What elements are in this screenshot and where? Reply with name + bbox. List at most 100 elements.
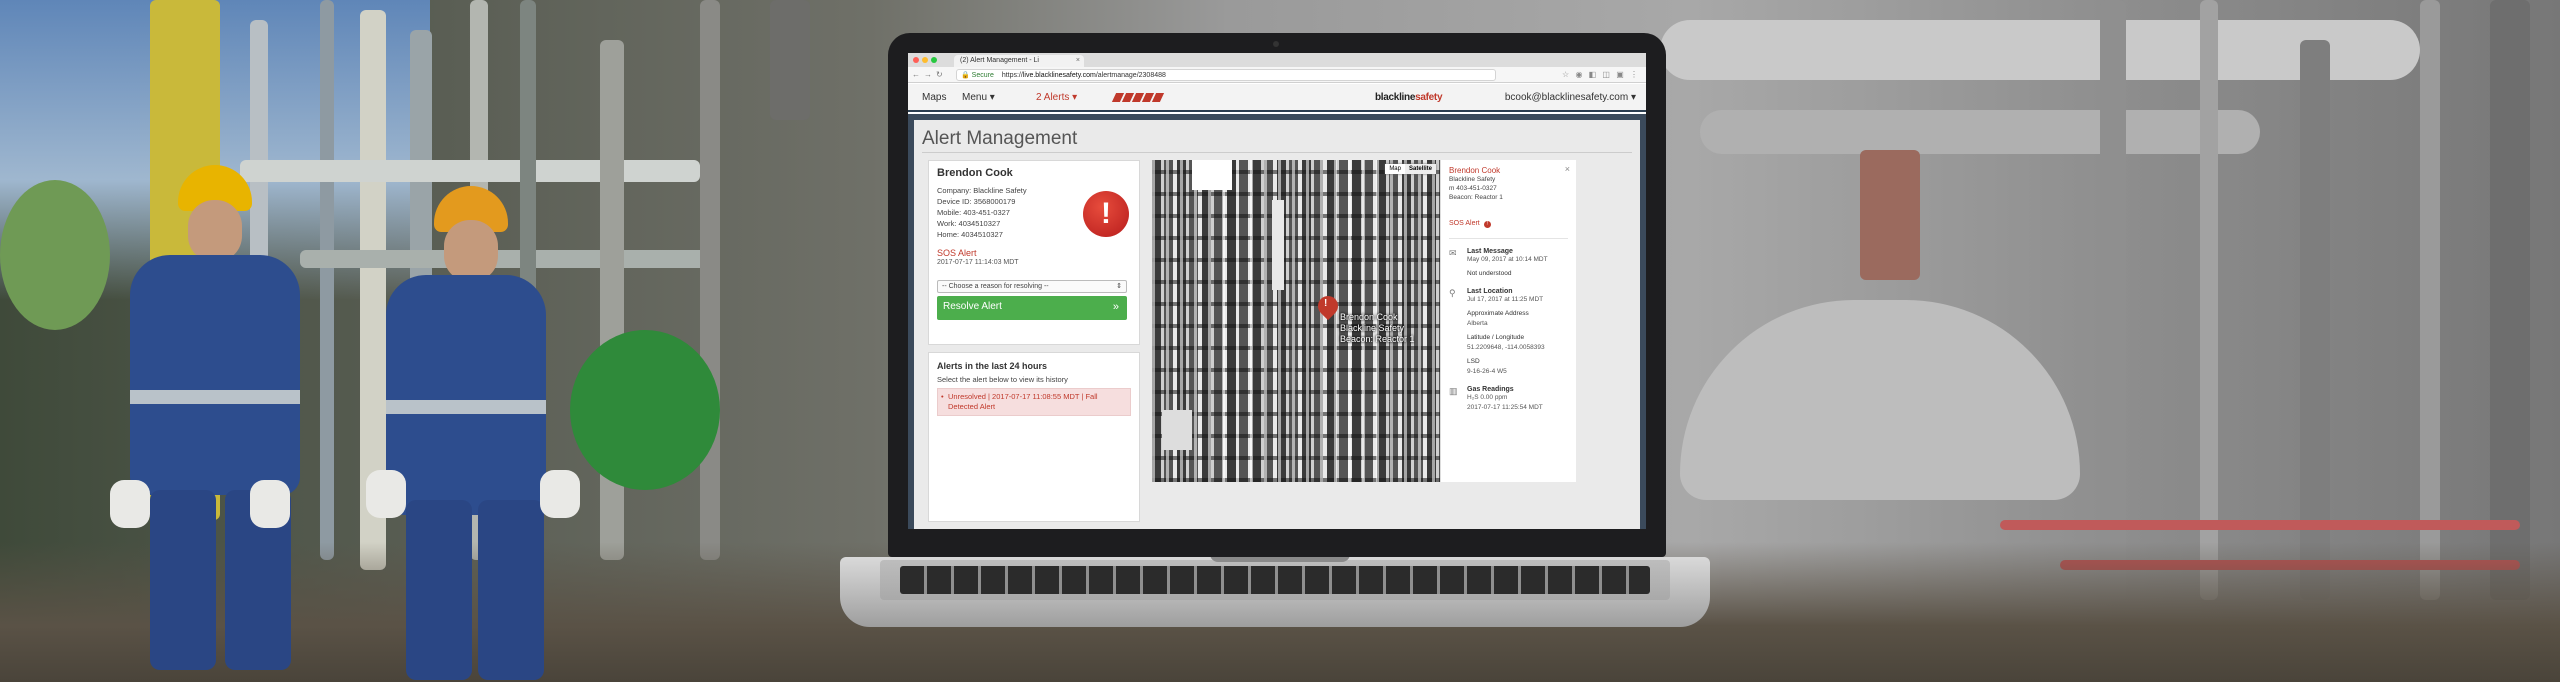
pipe [770, 0, 810, 120]
map-type-toggle: Map Satellite [1385, 164, 1436, 174]
chart-icon: ▥ [1449, 386, 1458, 396]
history-title: Alerts in the last 24 hours [937, 361, 1048, 371]
location-icon: ⚲ [1449, 288, 1456, 298]
pipe [300, 250, 720, 268]
resolve-alert-button[interactable]: Resolve Alert » [937, 296, 1127, 320]
pipe [320, 0, 334, 560]
worker-torso [386, 275, 546, 515]
window-controls [913, 57, 937, 63]
gas-readings-section: ▥ Gas Readings H₂S 0.00 ppm 2017-07-17 1… [1449, 386, 1543, 411]
history-subtitle: Select the alert below to view its histo… [937, 375, 1068, 384]
red-valve [1860, 150, 1920, 280]
page-title: Alert Management [922, 128, 1078, 149]
resolve-reason-select[interactable]: -- Choose a reason for resolving -- ⇕ [937, 280, 1127, 293]
map-toggle-map[interactable]: Map [1385, 164, 1405, 174]
browser-tab[interactable]: (2) Alert Management - Li × [954, 55, 1084, 67]
forward-icon[interactable]: → [924, 70, 936, 79]
alert-exclamation-icon: ! [1083, 191, 1129, 237]
lock-icon: 🔒 [961, 72, 970, 79]
pipe [2420, 0, 2440, 600]
map-pin-label: Brendon Cook Blackline Safety Beacon: Re… [1340, 312, 1415, 344]
glove [366, 470, 406, 518]
browser-tabbar: (2) Alert Management - Li × [908, 53, 1646, 67]
pipe [700, 0, 720, 560]
reload-icon[interactable]: ↻ [936, 70, 947, 79]
worker-torso [130, 255, 300, 495]
back-icon[interactable]: ← [912, 70, 924, 79]
close-window-icon[interactable] [913, 57, 919, 63]
page-body: Alert Management Brendon Cook Company: B… [908, 114, 1646, 529]
last-message-section: ✉ Last Message May 09, 2017 at 10:14 MDT… [1449, 248, 1548, 277]
title-divider [922, 152, 1632, 153]
laptop-screen: (2) Alert Management - Li × ←→↻ 🔒 Secure… [908, 53, 1646, 529]
nav-alerts[interactable]: 2 Alerts ▾ [1036, 92, 1077, 103]
location-pin-icon[interactable] [1313, 291, 1343, 321]
history-item[interactable]: Unresolved | 2017-07-17 11:08:55 MDT | F… [937, 388, 1131, 416]
minimize-window-icon[interactable] [922, 57, 928, 63]
pipe [1700, 110, 2260, 154]
nav-menu[interactable]: Menu ▾ [962, 92, 995, 103]
green-sphere [570, 330, 720, 490]
side-sos-alert: SOS Alert! [1449, 220, 1568, 239]
side-person-name[interactable]: Brendon Cook [1449, 166, 1568, 175]
alert-stripes-icon [1111, 93, 1165, 102]
last-location-section: ⚲ Last Location Jul 17, 2017 at 11:25 MD… [1449, 288, 1545, 375]
green-tank [0, 180, 110, 330]
close-tab-icon[interactable]: × [1076, 57, 1080, 64]
laptop-lid: (2) Alert Management - Li × ←→↻ 🔒 Secure… [888, 33, 1666, 557]
reflective-stripe [130, 390, 300, 404]
person-card: Brendon Cook Company: Blackline Safety D… [928, 160, 1140, 345]
glove [110, 480, 150, 528]
glove [540, 470, 580, 518]
side-company: Blackline Safety [1449, 176, 1496, 183]
worker-head [444, 220, 498, 282]
laptop-keyboard-deck [880, 560, 1670, 600]
nav-buttons: ←→↻ [912, 70, 947, 79]
pipe [2200, 0, 2218, 600]
worker-head [188, 200, 242, 262]
worker-leg [406, 500, 472, 680]
url-text: https://live.blacklinesafety.com/alertma… [1001, 72, 1166, 79]
worker-leg [478, 500, 544, 680]
message-icon: ✉ [1449, 248, 1457, 258]
pipe [240, 160, 700, 182]
select-placeholder: -- Choose a reason for resolving -- [942, 283, 1049, 290]
map-view[interactable]: Map Satellite ! Brendon Cook Blackline S… [1152, 160, 1440, 482]
address-bar[interactable]: 🔒 Secure https://live.blacklinesafety.co… [956, 69, 1496, 81]
reflective-stripe [386, 400, 546, 414]
keyboard [900, 566, 1650, 594]
nav-maps[interactable]: Maps [922, 92, 946, 103]
alert-time: 2017-07-17 11:14:03 MDT [937, 259, 1019, 266]
select-caret-icon: ⇕ [1116, 283, 1122, 290]
brand-logo[interactable]: blacklinesafety [1375, 92, 1443, 103]
red-rail [2000, 520, 2520, 530]
detail-side-panel: × Brendon Cook Blackline Safety m 403-45… [1440, 160, 1576, 482]
browser-toolbar: ←→↻ 🔒 Secure https://live.blacklinesafet… [908, 67, 1646, 83]
app-navbar: Maps Menu ▾ 2 Alerts ▾ blacklinesafety b… [908, 84, 1646, 112]
alert-type: SOS Alert [937, 248, 977, 258]
pin-exclamation: ! [1324, 298, 1328, 309]
user-menu[interactable]: bcook@blacklinesafety.com ▾ [1505, 92, 1636, 103]
extension-icons[interactable]: ☆ ◉ ◧ ◫ ▣ ⋮ [1562, 70, 1640, 79]
glove [250, 480, 290, 528]
tab-title: (2) Alert Management - Li [960, 57, 1039, 64]
resolve-label: Resolve Alert [943, 301, 1002, 312]
secure-label: Secure [971, 72, 994, 79]
close-panel-icon[interactable]: × [1565, 164, 1570, 174]
map-building [1162, 410, 1192, 450]
grey-tank [1680, 300, 2080, 500]
alert-management-panel: Alert Management Brendon Cook Company: B… [914, 120, 1640, 529]
maximize-window-icon[interactable] [931, 57, 937, 63]
alert-history-card: Alerts in the last 24 hours Select the a… [928, 352, 1140, 522]
map-building [1192, 160, 1232, 190]
alert-dot-icon: ! [1483, 221, 1491, 228]
map-toggle-satellite[interactable]: Satellite [1404, 164, 1436, 174]
map-building [1272, 200, 1284, 290]
side-beacon: Beacon: Reactor 1 [1449, 194, 1503, 201]
resolve-arrow-icon: » [1112, 301, 1119, 313]
pipe [2300, 40, 2330, 600]
worker-leg [150, 490, 216, 670]
pipe [2490, 0, 2530, 600]
webcam [1273, 41, 1279, 47]
pipe [2100, 0, 2126, 600]
